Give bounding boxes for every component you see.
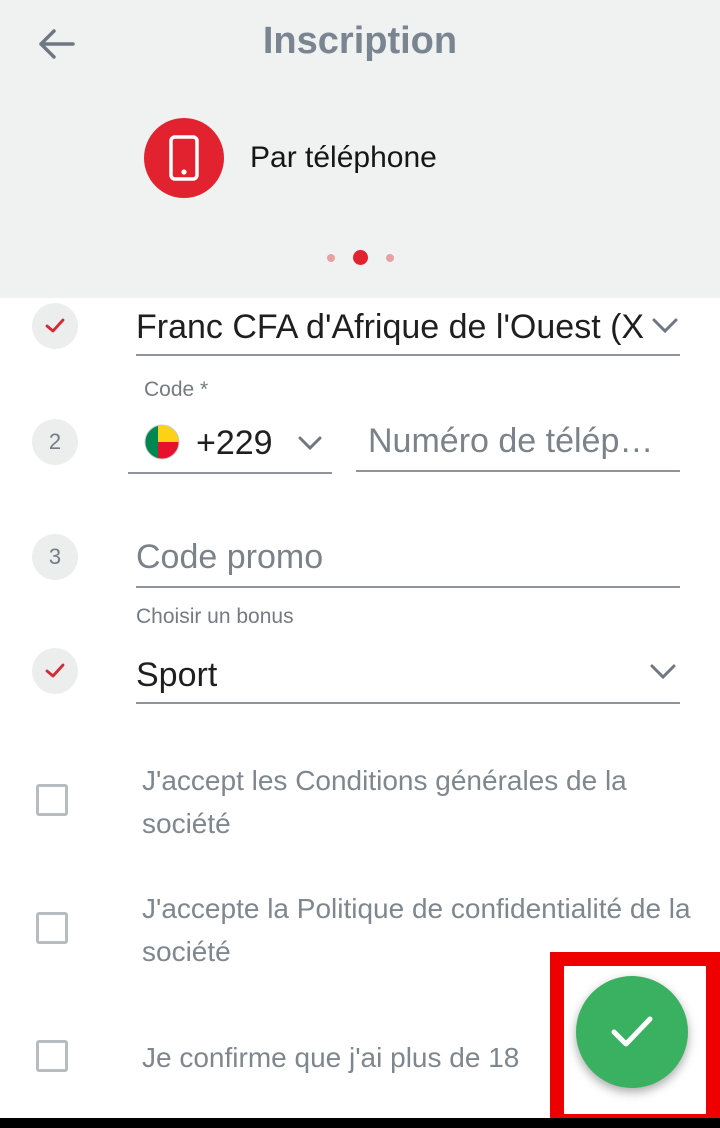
phone-icon [144,118,224,198]
terms-checkbox[interactable] [36,784,68,816]
step-done-icon [32,303,78,349]
terms-text: J'accept les Conditions générales de la … [142,765,627,839]
method-label: Par téléphone [250,141,437,174]
promo-code-placeholder: Code promo [136,538,324,576]
promo-code-input[interactable]: Code promo [136,530,680,588]
pager-dots [0,250,720,265]
step-done-icon [32,648,78,694]
country-code-select[interactable]: +229 [128,414,332,474]
code-label: Code * [144,378,209,401]
registration-method[interactable]: Par téléphone [144,118,437,198]
benin-flag-icon [144,424,180,460]
step-number: 3 [32,534,78,580]
currency-select[interactable]: Franc CFA d'Afrique de l'Ouest (X [136,300,680,356]
privacy-checkbox[interactable] [36,912,68,944]
currency-value: Franc CFA d'Afrique de l'Ouest (X [136,308,644,346]
chevron-down-icon [652,318,678,334]
country-code-value: +229 [196,424,273,462]
pager-dot [326,253,335,262]
pager-dot [385,253,394,262]
chevron-down-icon [650,664,676,680]
bonus-value: Sport [136,656,218,694]
phone-number-placeholder: Numéro de télép… [368,422,654,460]
bottom-bar [0,1118,720,1128]
bonus-label: Choisir un bonus [136,605,294,628]
checkmark-icon [611,1016,653,1047]
step-number: 2 [32,419,78,465]
header: Inscription Par téléphone [0,0,720,298]
pager-dot-active [352,250,368,265]
bonus-select[interactable]: Sport [136,646,680,704]
page-title: Inscription [262,20,458,62]
phone-number-input[interactable]: Numéro de télép… [356,414,680,472]
submit-button[interactable] [576,976,688,1088]
age-checkbox[interactable] [36,1040,68,1072]
chevron-down-icon [298,436,322,451]
